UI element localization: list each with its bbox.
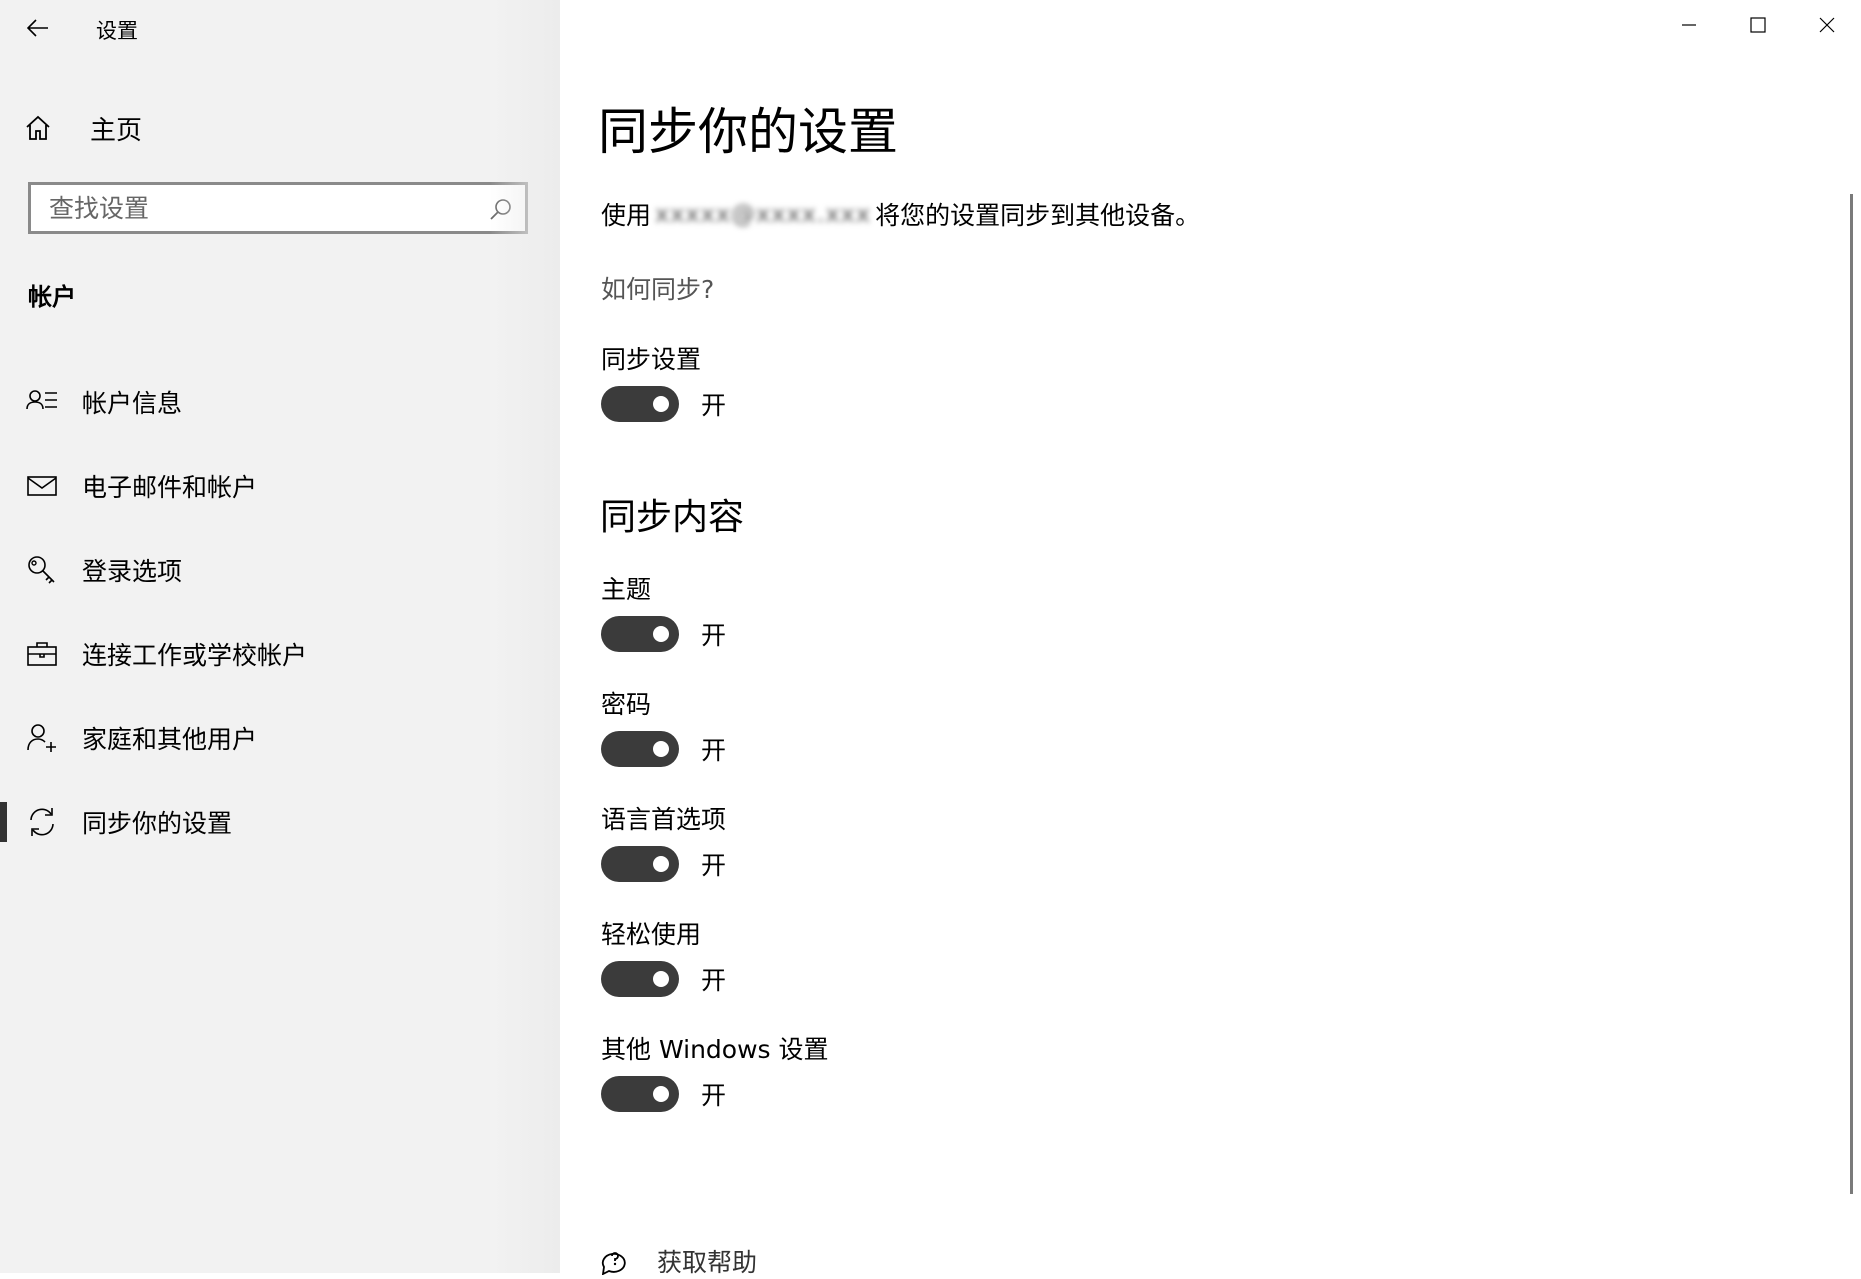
- sidebar-item-label: 家庭和其他用户: [82, 725, 258, 754]
- desc-prefix: 使用: [601, 201, 652, 230]
- language-label: 语言首选项: [601, 805, 727, 834]
- close-button[interactable]: [1792, 0, 1861, 50]
- sidebar-item-label: 连接工作或学校帐户: [82, 641, 308, 670]
- sidebar-item-label: 帐户信息: [82, 389, 183, 418]
- toggle-knob: [653, 1086, 669, 1102]
- sidebar-item-label: 电子邮件和帐户: [82, 473, 258, 502]
- section-title: 帐户: [28, 283, 76, 311]
- toggle-state-label: 开: [701, 1081, 727, 1110]
- sidebar-nav: 帐户信息 电子邮件和帐户 登录选项 连接工作或学校帐户 家庭和其他用户 同步你的…: [0, 360, 560, 864]
- passwords-toggle[interactable]: [601, 731, 679, 767]
- sidebar-item-label: 同步你的设置: [82, 809, 233, 838]
- sync-icon: [30, 808, 54, 836]
- other-windows-settings-toggle[interactable]: [601, 1076, 679, 1112]
- toggle-knob: [653, 396, 669, 412]
- ease-of-access-toggle-row: 开: [601, 961, 726, 997]
- search-input[interactable]: [31, 192, 481, 224]
- sync-description: 使用 xxxxx@xxxx.xxx 将您的设置同步到其他设备。: [601, 196, 1200, 232]
- home-label: 主页: [90, 115, 143, 146]
- sync-settings-toggle[interactable]: [601, 386, 679, 422]
- other-windows-settings-label: 其他 Windows 设置: [601, 1035, 829, 1064]
- sidebar-item-email-accounts[interactable]: 电子邮件和帐户: [0, 444, 560, 528]
- account-email: xxxxx@xxxx.xxx: [655, 200, 872, 228]
- sidebar: 设置 主页 帐户 帐户信息 电子邮件和帐户: [0, 0, 560, 1273]
- toggle-state-label: 开: [701, 736, 727, 765]
- key-icon: [28, 556, 55, 584]
- sidebar-item-label: 登录选项: [82, 557, 183, 586]
- toggle-knob: [653, 856, 669, 872]
- home-link[interactable]: 主页: [24, 104, 142, 152]
- language-toggle-row: 开: [601, 846, 726, 882]
- maximize-icon: [1749, 17, 1766, 33]
- toggle-state-label: 开: [701, 851, 727, 880]
- theme-toggle-row: 开: [601, 616, 726, 652]
- minimize-button[interactable]: [1654, 0, 1723, 50]
- other-windows-settings-toggle-row: 开: [601, 1076, 726, 1112]
- theme-label: 主题: [601, 575, 652, 604]
- sync-content-title: 同步内容: [600, 497, 745, 538]
- scrollbar[interactable]: [1850, 194, 1853, 1194]
- ease-of-access-toggle[interactable]: [601, 961, 679, 997]
- maximize-button[interactable]: [1723, 0, 1792, 50]
- minimize-icon: [1681, 24, 1696, 26]
- desc-suffix: 将您的设置同步到其他设备。: [875, 201, 1201, 230]
- passwords-label: 密码: [601, 690, 652, 719]
- how-to-sync-link[interactable]: 如何同步?: [601, 270, 714, 306]
- toggle-knob: [653, 971, 669, 987]
- sync-settings-label: 同步设置: [601, 345, 702, 374]
- get-help-label: 获取帮助: [657, 1248, 758, 1277]
- toggle-knob: [653, 741, 669, 757]
- mail-icon: [27, 476, 57, 496]
- window-controls: [1654, 0, 1861, 50]
- close-icon: [1819, 17, 1834, 33]
- sync-settings-toggle-row: 开: [601, 386, 726, 422]
- search-icon[interactable]: [489, 197, 513, 221]
- app-title: 设置: [96, 19, 138, 43]
- sidebar-item-account-info[interactable]: 帐户信息: [0, 360, 560, 444]
- toggle-state-label: 开: [701, 966, 727, 995]
- home-icon: [26, 115, 50, 140]
- toggle-knob: [653, 626, 669, 642]
- toggle-state-label: 开: [701, 391, 727, 420]
- back-button[interactable]: [14, 6, 62, 50]
- language-toggle[interactable]: [601, 846, 679, 882]
- page-title: 同步你的设置: [598, 103, 898, 161]
- passwords-toggle-row: 开: [601, 731, 726, 767]
- toggle-state-label: 开: [701, 621, 727, 650]
- sidebar-item-family-users[interactable]: 家庭和其他用户: [0, 696, 560, 780]
- get-help-link[interactable]: 获取帮助: [601, 1243, 757, 1279]
- theme-toggle[interactable]: [601, 616, 679, 652]
- sidebar-item-work-school[interactable]: 连接工作或学校帐户: [0, 612, 560, 696]
- briefcase-icon: [27, 642, 57, 666]
- account-info-icon: [26, 390, 57, 410]
- search-box[interactable]: [28, 182, 528, 234]
- back-arrow-icon: [27, 19, 48, 37]
- add-person-icon: [27, 724, 56, 752]
- sidebar-item-sync-settings[interactable]: 同步你的设置: [0, 780, 560, 864]
- ease-of-access-label: 轻松使用: [601, 920, 702, 949]
- help-chat-icon: [601, 1252, 626, 1275]
- sidebar-item-sign-in-options[interactable]: 登录选项: [0, 528, 560, 612]
